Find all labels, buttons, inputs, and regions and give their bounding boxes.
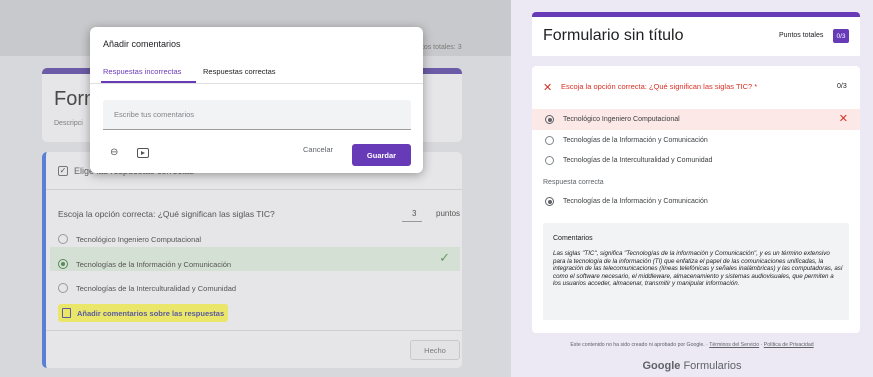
tab-correct-answers[interactable]: Respuestas correctas <box>203 67 276 76</box>
add-feedback-label: Añadir comentarios sobre las respuestas <box>77 308 225 318</box>
preview-title-card: Formulario sin título Puntos totales 0/3 <box>532 12 860 56</box>
editor-option-1[interactable]: Tecnológico Ingeniero Computacional <box>58 234 201 244</box>
preview-points-total-label: Puntos totales <box>779 32 824 39</box>
footer-separator: · <box>760 342 763 348</box>
editor-form-description[interactable]: Descripci <box>54 120 83 127</box>
option-label: Tecnologías de la Interculturalidad y Co… <box>563 157 713 164</box>
comments-box: Comentarios Las siglas "TIC", significa … <box>543 223 849 320</box>
preview-option-1: Tecnológico Ingeniero Computacional <box>545 115 680 124</box>
option-label: Tecnologías de la Información y Comunica… <box>76 259 232 269</box>
comments-body: Las siglas "TIC", significa "Tecnologías… <box>553 250 843 288</box>
privacy-link[interactable]: Política de Privacidad <box>764 342 814 348</box>
cancel-button[interactable]: Cancelar <box>303 145 333 154</box>
preview-form-title: Formulario sin título <box>543 27 684 44</box>
points-input[interactable]: 3 <box>412 209 416 218</box>
add-feedback-link[interactable]: Añadir comentarios sobre las respuestas <box>58 304 229 322</box>
points-label: puntos <box>436 209 461 218</box>
radio-icon <box>545 156 554 165</box>
preview-points-badge: 0/3 <box>833 29 849 43</box>
done-button[interactable]: Hecho <box>410 340 460 360</box>
editor-points-total: ntos totales: 3 <box>418 44 462 51</box>
radio-icon <box>545 136 554 145</box>
radio-icon[interactable] <box>58 283 68 293</box>
option-label: Tecnológico Ingeniero Computacional <box>563 116 680 123</box>
video-icon[interactable] <box>137 148 149 158</box>
correct-answer-label: Respuesta correcta <box>543 179 604 186</box>
divider <box>90 83 423 84</box>
points-input-underline <box>402 221 422 222</box>
editor-option-3[interactable]: Tecnologías de la Interculturalidad y Co… <box>58 283 236 293</box>
editor-question-card[interactable]: ✓ Elige las respuestas correctas Escoja … <box>42 152 462 368</box>
editor-question-text[interactable]: Escoja la opción correcta: ¿Qué signific… <box>58 209 275 219</box>
radio-selected-icon <box>545 115 554 124</box>
editor-option-2[interactable]: Tecnologías de la Información y Comunica… <box>58 259 231 269</box>
radio-icon[interactable] <box>58 234 68 244</box>
option-label: Tecnológico Ingeniero Computacional <box>76 234 202 244</box>
footer-disclaimer: Este contenido no ha sido creado ni apro… <box>570 342 708 348</box>
feedback-icon <box>62 308 71 318</box>
terms-link[interactable]: Términos del Servicio <box>709 342 759 348</box>
add-feedback-dialog: Añadir comentarios Respuestas incorrecta… <box>90 27 423 173</box>
radio-selected-icon <box>545 197 554 206</box>
option-label: Tecnologías de la Información y Comunica… <box>563 198 708 205</box>
divider <box>46 189 462 190</box>
preview-footer: Este contenido no ha sido creado ni apro… <box>511 342 873 348</box>
google-forms-logo: Google Formularios <box>511 360 873 372</box>
form-editor-pane: ntos totales: 3 Form Descripci ✓ Elige l… <box>0 0 511 377</box>
form-preview-pane: Formulario sin título Puntos totales 0/3… <box>511 0 873 377</box>
feedback-field[interactable] <box>103 100 411 130</box>
preview-option-2: Tecnologías de la Información y Comunica… <box>545 136 708 145</box>
logo-google: Google <box>642 360 681 372</box>
link-icon[interactable]: ⊖ <box>110 148 122 158</box>
feedback-input[interactable] <box>103 100 411 129</box>
preview-question-card: ✕ Escoja la opción correcta: ¿Qué signif… <box>532 66 860 333</box>
preview-question-score: 0/3 <box>837 83 847 90</box>
divider <box>46 330 462 331</box>
check-icon: ✓ <box>439 250 450 265</box>
preview-option-3: Tecnologías de la Interculturalidad y Co… <box>545 156 712 165</box>
dialog-title: Añadir comentarios <box>103 39 181 49</box>
checkbox-icon: ✓ <box>58 166 68 176</box>
radio-selected-icon[interactable] <box>58 259 68 269</box>
incorrect-icon: ✕ <box>543 82 553 94</box>
tab-incorrect-answers[interactable]: Respuestas incorrectas <box>103 67 181 76</box>
option-label: Tecnologías de la Interculturalidad y Co… <box>76 283 237 293</box>
save-button[interactable]: Guardar <box>352 144 411 166</box>
option-label: Tecnologías de la Información y Comunica… <box>563 137 708 144</box>
preview-question-text: Escoja la opción correcta: ¿Qué signific… <box>561 82 758 91</box>
logo-forms: Formularios <box>683 360 742 372</box>
comments-title: Comentarios <box>553 235 593 242</box>
correct-answer-option: Tecnologías de la Información y Comunica… <box>545 197 708 206</box>
wrong-answer-icon: ✕ <box>838 113 848 125</box>
